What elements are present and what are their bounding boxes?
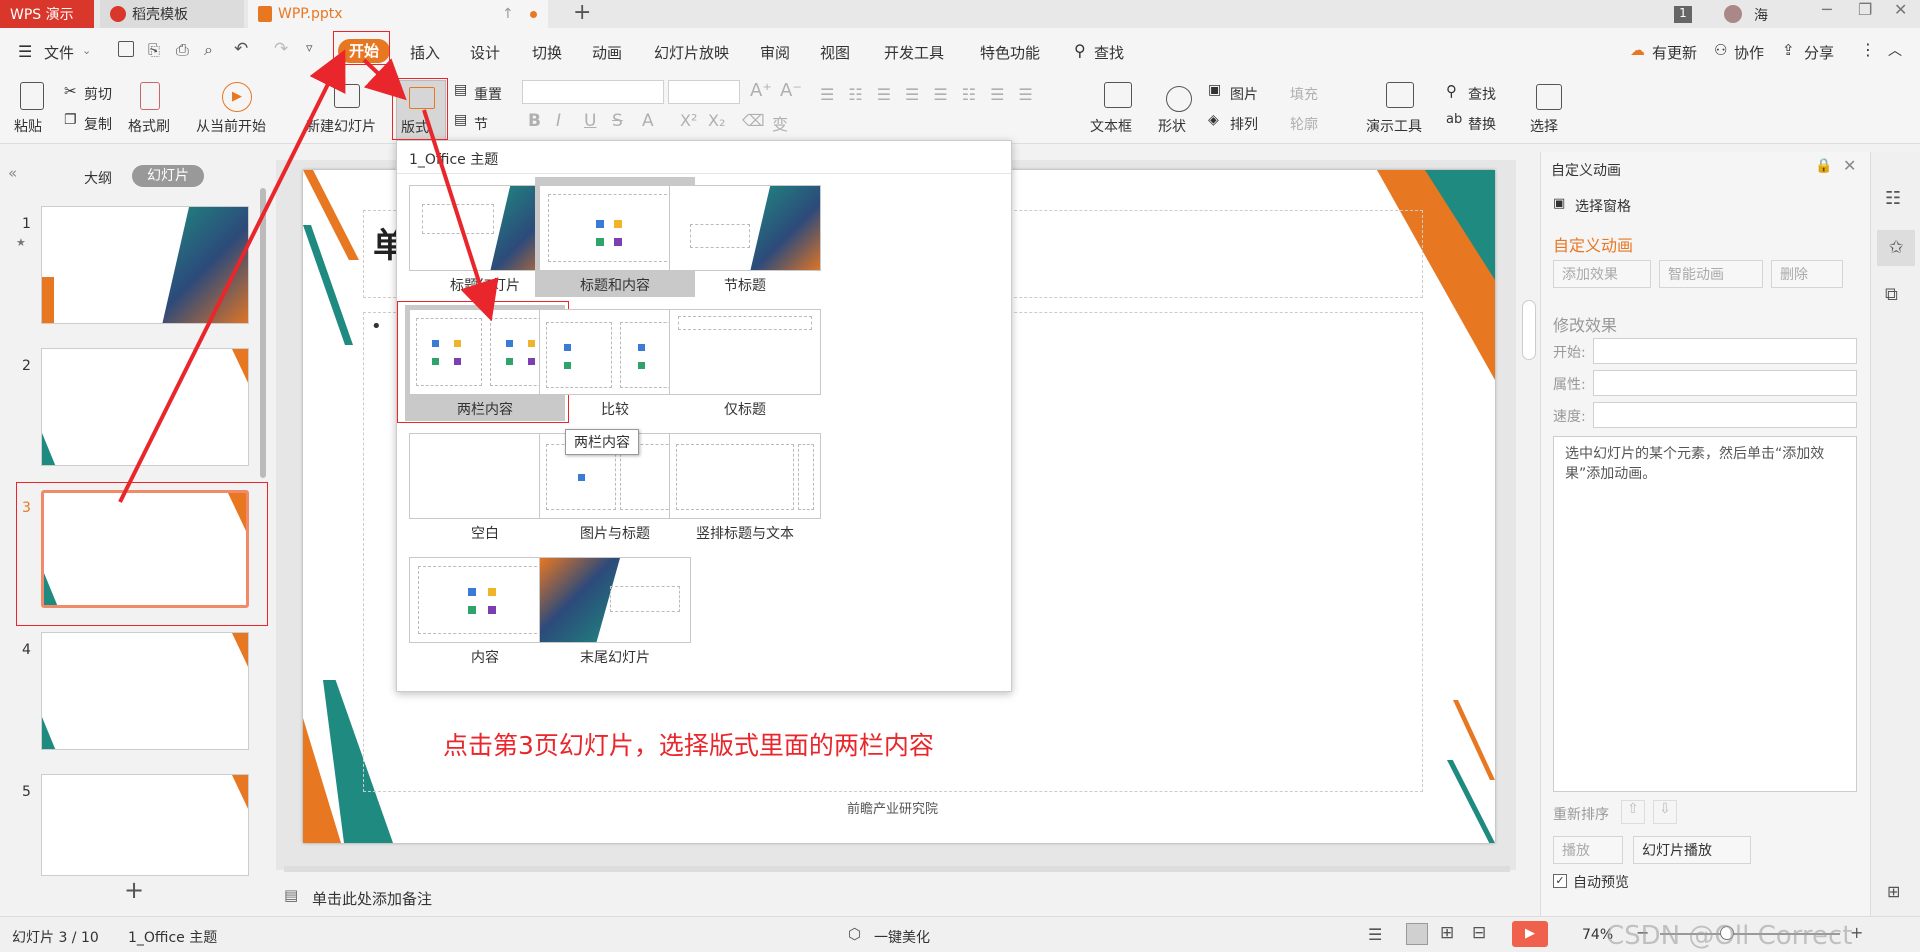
- arrow-home-to-layout: [362, 58, 407, 101]
- arrow-to-home-tab: [118, 49, 346, 503]
- arrow-layout-to-two-content: [422, 109, 499, 322]
- annotation-arrows: [118, 49, 499, 503]
